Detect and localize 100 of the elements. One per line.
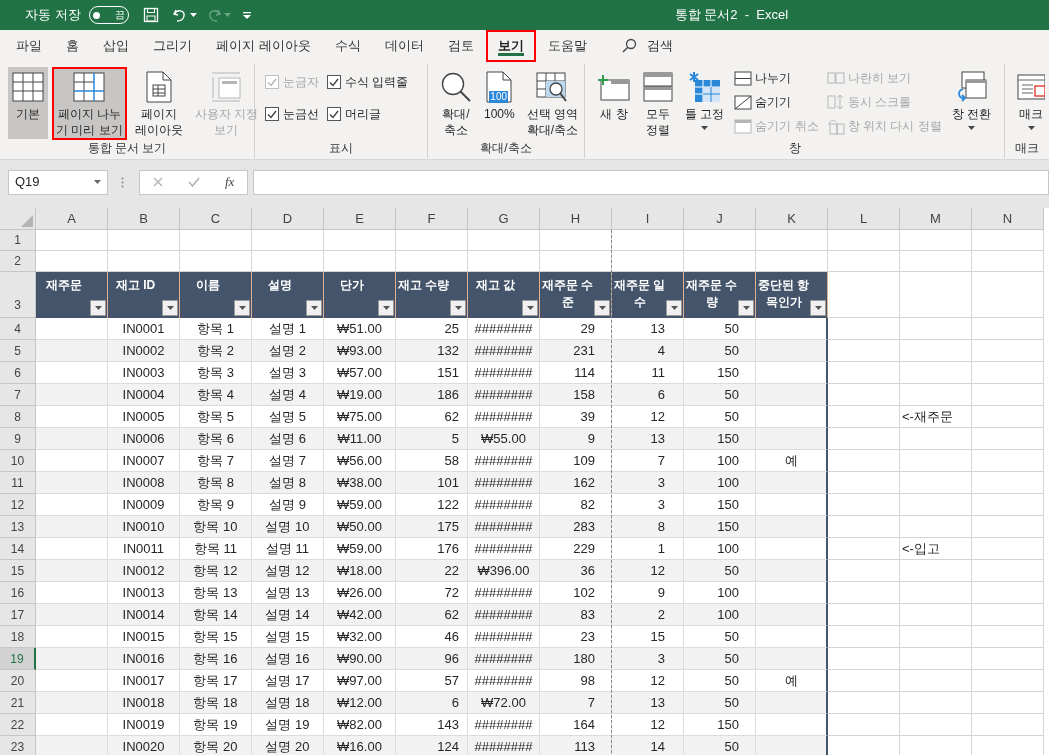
row-header[interactable]: 17: [0, 604, 36, 626]
ribbon-tab[interactable]: 그리기: [141, 30, 204, 62]
column-header[interactable]: E: [324, 208, 396, 230]
row-header[interactable]: 8: [0, 406, 36, 428]
table-cell: ########: [468, 604, 540, 626]
ribbon-button[interactable]: 선택 영역 확대/축소: [522, 67, 583, 140]
filter-button[interactable]: [234, 300, 250, 316]
column-header[interactable]: M: [900, 208, 972, 230]
column-header[interactable]: N: [972, 208, 1044, 230]
column-header[interactable]: F: [396, 208, 468, 230]
table-cell: 9: [540, 428, 612, 450]
ribbon-tab[interactable]: 페이지 레이아웃: [204, 30, 323, 62]
row-header[interactable]: 1: [0, 230, 36, 251]
formula-input[interactable]: [253, 169, 1049, 195]
column-header[interactable]: D: [252, 208, 324, 230]
ribbon-button[interactable]: 확대/ 축소: [436, 67, 476, 140]
column-header[interactable]: K: [756, 208, 828, 230]
sheet-cell: [972, 428, 1044, 450]
insert-function-button[interactable]: fx: [225, 172, 235, 192]
filter-button[interactable]: [378, 300, 394, 316]
row-header[interactable]: 19: [0, 648, 36, 670]
table-cell: [36, 318, 108, 340]
ribbon-command[interactable]: 숨기기: [734, 91, 819, 113]
sheet-cell: [972, 406, 1044, 428]
table-cell: 180: [540, 648, 612, 670]
ribbon-tab[interactable]: 도움말: [535, 30, 599, 62]
row-header[interactable]: 3: [0, 272, 36, 318]
page-icon: [145, 71, 172, 103]
sheet-cell: [900, 230, 972, 251]
filter-button[interactable]: [162, 300, 178, 316]
ribbon-tab[interactable]: 파일: [4, 30, 54, 62]
save-icon: [142, 7, 159, 23]
filter-button[interactable]: [522, 300, 538, 316]
column-header[interactable]: J: [684, 208, 756, 230]
row-header[interactable]: 10: [0, 450, 36, 472]
ribbon-tab[interactable]: 검토: [435, 30, 486, 62]
column-header[interactable]: L: [828, 208, 900, 230]
table-cell: 122: [396, 494, 468, 516]
select-all-icon: [21, 215, 33, 227]
name-box[interactable]: Q19: [8, 169, 108, 195]
checkbox[interactable]: [327, 75, 341, 89]
ribbon-button[interactable]: 매크: [1013, 67, 1049, 139]
filter-button[interactable]: [810, 300, 826, 316]
row-header[interactable]: 20: [0, 670, 36, 692]
ribbon-button[interactable]: 창 전환: [947, 67, 996, 139]
column-header[interactable]: I: [612, 208, 684, 230]
ribbon-command[interactable]: 나누기: [734, 67, 819, 89]
row-header[interactable]: 5: [0, 340, 36, 362]
row-header[interactable]: 12: [0, 494, 36, 516]
row-header[interactable]: 16: [0, 582, 36, 604]
filter-button[interactable]: [594, 300, 610, 316]
sync-scroll-icon: [826, 94, 845, 110]
column-header[interactable]: A: [36, 208, 108, 230]
ribbon-button[interactable]: 기본: [8, 67, 48, 139]
sheet-cell: [828, 714, 900, 736]
row-header[interactable]: 18: [0, 626, 36, 648]
ribbon-tab[interactable]: 삽입: [91, 30, 141, 62]
checkbox-label: 눈금자: [283, 74, 319, 91]
table-cell: 8: [612, 516, 684, 538]
ribbon-button[interactable]: 100 100%: [480, 67, 519, 139]
ribbon-tab[interactable]: 보기: [485, 30, 536, 62]
row-header[interactable]: 13: [0, 516, 36, 538]
column-header[interactable]: C: [180, 208, 252, 230]
row-header[interactable]: 9: [0, 428, 36, 450]
ribbon-button[interactable]: 틀 고정: [681, 67, 729, 139]
ribbon-button[interactable]: 모두 정렬: [639, 67, 677, 140]
row-header[interactable]: 23: [0, 736, 36, 755]
table-cell: [756, 318, 828, 340]
row-header[interactable]: 7: [0, 384, 36, 406]
row-header[interactable]: 6: [0, 362, 36, 384]
ribbon-tab[interactable]: 홈: [54, 30, 91, 62]
column-header[interactable]: H: [540, 208, 612, 230]
row-header[interactable]: 2: [0, 251, 36, 272]
filter-button[interactable]: [738, 300, 754, 316]
column-header[interactable]: B: [108, 208, 180, 230]
column-header[interactable]: G: [468, 208, 540, 230]
row-header[interactable]: 15: [0, 560, 36, 582]
row-header[interactable]: 14: [0, 538, 36, 560]
row-header[interactable]: 4: [0, 318, 36, 340]
filter-button[interactable]: [666, 300, 682, 316]
row-header[interactable]: 11: [0, 472, 36, 494]
ribbon-tab[interactable]: 수식: [322, 30, 373, 62]
sheet-cell: [972, 604, 1044, 626]
filter-button[interactable]: [90, 300, 106, 316]
ribbon-tab[interactable]: 데이터: [372, 30, 436, 62]
caret-icon: [742, 306, 750, 310]
checkbox[interactable]: [265, 107, 279, 121]
ribbon-button[interactable]: 페이지 레이아웃: [130, 67, 187, 140]
ribbon-button[interactable]: 새 창: [593, 67, 635, 139]
row-header[interactable]: 21: [0, 692, 36, 714]
row-header[interactable]: 22: [0, 714, 36, 736]
filter-button[interactable]: [450, 300, 466, 316]
table-header-cell: 중단된 항 목인가: [756, 272, 828, 318]
filter-button[interactable]: [306, 300, 322, 316]
search-button[interactable]: 검색: [620, 30, 673, 62]
ribbon-button[interactable]: 페이지 나누 기 미리 보기: [52, 67, 127, 140]
sheet-cell: [972, 516, 1044, 538]
checkbox[interactable]: [327, 107, 341, 121]
table-cell: 72: [396, 582, 468, 604]
table-cell: 3: [612, 494, 684, 516]
